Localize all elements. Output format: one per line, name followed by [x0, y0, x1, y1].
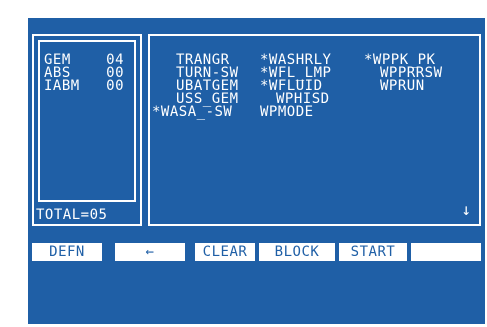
parameter-item[interactable]: WPMODE — [260, 105, 314, 119]
parameter-panel: TRANGR *WASHRLY *WPPK_PK TURN-SW *WFL_LM… — [148, 34, 481, 226]
parameter-item[interactable]: *WASA_-SW — [152, 105, 232, 119]
category-row-iabm[interactable]: IABM 00 — [44, 78, 124, 94]
back-arrow-button[interactable]: ← — [115, 243, 185, 261]
defn-button[interactable]: DEFN — [32, 243, 102, 261]
softkey-bar: DEFN ← CLEAR BLOCK START — [32, 243, 481, 261]
scan-tool-screen: GEM 04 ABS 00 IABM 00 TOTAL=05 TRANGR *W… — [28, 18, 485, 324]
category-count: 00 — [106, 78, 124, 94]
category-panel: GEM 04 ABS 00 IABM 00 TOTAL=05 — [32, 34, 142, 226]
category-label: IABM — [44, 78, 80, 94]
parameter-item[interactable]: WPRUN — [380, 79, 425, 93]
blank-softkey[interactable] — [411, 243, 481, 261]
clear-button[interactable]: CLEAR — [195, 243, 255, 261]
scroll-down-icon[interactable]: ↓ — [461, 202, 471, 218]
total-count: TOTAL=05 — [36, 207, 108, 223]
category-list: GEM 04 ABS 00 IABM 00 — [44, 53, 124, 94]
block-button[interactable]: BLOCK — [259, 243, 335, 261]
start-button[interactable]: START — [339, 243, 407, 261]
